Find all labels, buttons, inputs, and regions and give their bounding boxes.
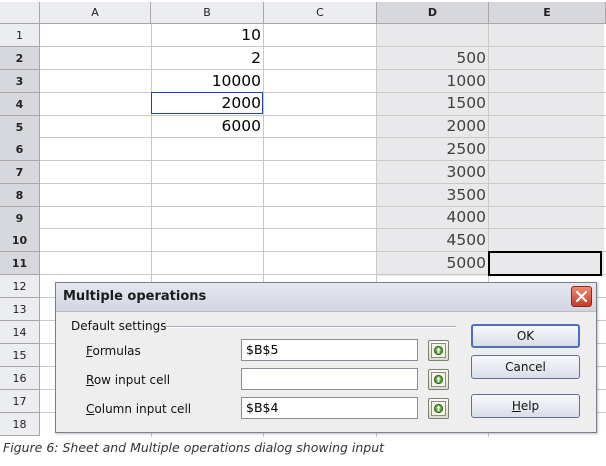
- grid-line: [40, 206, 606, 207]
- cell-d6[interactable]: 2500: [377, 138, 489, 161]
- cell-d9[interactable]: 4000: [377, 206, 489, 229]
- dialog-titlebar[interactable]: Multiple operations: [56, 283, 596, 312]
- column-header-d[interactable]: D: [377, 2, 489, 24]
- row-input-cell-input[interactable]: [241, 368, 418, 390]
- column-header-e[interactable]: E: [489, 2, 606, 24]
- row-header-14[interactable]: 14: [0, 321, 40, 344]
- cancel-button[interactable]: Cancel: [471, 355, 580, 379]
- row-header-17[interactable]: 17: [0, 390, 40, 413]
- column-header-a[interactable]: A: [40, 2, 151, 24]
- grid-line: [40, 228, 606, 229]
- select-all-corner[interactable]: [0, 2, 40, 24]
- cell-d10[interactable]: 4500: [377, 229, 489, 252]
- row-input-cell-label-mnemonic: R: [86, 373, 94, 387]
- cell-d8[interactable]: 3500: [377, 184, 489, 207]
- shrink-arrow-icon: [431, 401, 446, 416]
- shrink-arrow-icon: [431, 372, 446, 387]
- grid-line: [40, 46, 606, 47]
- row-input-cell-shrink-button[interactable]: [428, 369, 449, 390]
- formulas-label: Formulas: [86, 344, 141, 358]
- column-input-cell-label-text: olumn input cell: [94, 402, 192, 416]
- column-header-b[interactable]: B: [151, 2, 264, 24]
- cell-d7[interactable]: 3000: [377, 161, 489, 184]
- cell-d2[interactable]: 500: [377, 47, 489, 70]
- grid-line: [40, 137, 606, 138]
- multiple-operations-dialog[interactable]: Multiple operations Default settings For…: [55, 282, 597, 433]
- row-input-cell-label-text: ow input cell: [93, 373, 171, 387]
- row-header-2[interactable]: 2: [0, 47, 40, 70]
- row-header-13[interactable]: 13: [0, 298, 40, 321]
- row-header-10[interactable]: 10: [0, 229, 40, 252]
- cell-d5[interactable]: 2000: [377, 115, 489, 138]
- dialog-close-button[interactable]: [571, 286, 592, 307]
- cell-b3[interactable]: 10000: [152, 70, 264, 93]
- row-header-3[interactable]: 3: [0, 70, 40, 93]
- column-input-cell-input[interactable]: $B$4: [241, 397, 418, 419]
- help-button[interactable]: Help: [471, 394, 580, 418]
- formulas-input[interactable]: $B$5: [241, 339, 418, 361]
- cell-b4-selection-border: [151, 92, 263, 114]
- dialog-title: Multiple operations: [63, 289, 207, 304]
- close-icon: [576, 291, 587, 302]
- grid-line: [40, 115, 606, 116]
- row-header-7[interactable]: 7: [0, 161, 40, 184]
- column-input-cell-label: Column input cell: [86, 402, 191, 416]
- ok-button[interactable]: OK: [471, 324, 580, 348]
- cell-d3[interactable]: 1000: [377, 70, 489, 93]
- column-header-c[interactable]: C: [264, 2, 377, 24]
- formulas-label-text: ormulas: [92, 344, 141, 358]
- row-header-4[interactable]: 4: [0, 93, 40, 116]
- row-header-1[interactable]: 1: [0, 24, 40, 47]
- row-header-16[interactable]: 16: [0, 367, 40, 390]
- row-header-9[interactable]: 9: [0, 207, 40, 230]
- row-header-6[interactable]: 6: [0, 138, 40, 161]
- grid-line: [40, 92, 606, 93]
- column-input-cell-shrink-button[interactable]: [428, 398, 449, 419]
- group-separator-highlight: [166, 327, 456, 328]
- row-header-11[interactable]: 11: [0, 252, 40, 275]
- cell-d11[interactable]: 5000: [377, 252, 489, 275]
- row-header-5[interactable]: 5: [0, 116, 40, 139]
- formulas-shrink-button[interactable]: [428, 340, 449, 361]
- row-header-18[interactable]: 18: [0, 413, 40, 436]
- group-label-default-settings: Default settings: [71, 319, 167, 333]
- figure-caption: Figure 6: Sheet and Multiple operations …: [3, 440, 385, 455]
- shrink-arrow-icon: [431, 343, 446, 358]
- row-header-12[interactable]: 12: [0, 275, 40, 298]
- cell-b5[interactable]: 6000: [152, 115, 264, 138]
- grid-line: [40, 160, 606, 161]
- grid-line: [40, 183, 606, 184]
- cell-b1[interactable]: 10: [152, 24, 264, 47]
- row-input-cell-label: Row input cell: [86, 373, 170, 387]
- grid-line: [40, 69, 606, 70]
- cell-b2[interactable]: 2: [152, 47, 264, 70]
- help-button-text: elp: [520, 399, 540, 413]
- help-button-mnemonic: H: [511, 399, 521, 413]
- active-cell-cursor[interactable]: [488, 251, 602, 276]
- cell-d4[interactable]: 1500: [377, 92, 489, 115]
- row-header-15[interactable]: 15: [0, 344, 40, 367]
- row-header-8[interactable]: 8: [0, 184, 40, 207]
